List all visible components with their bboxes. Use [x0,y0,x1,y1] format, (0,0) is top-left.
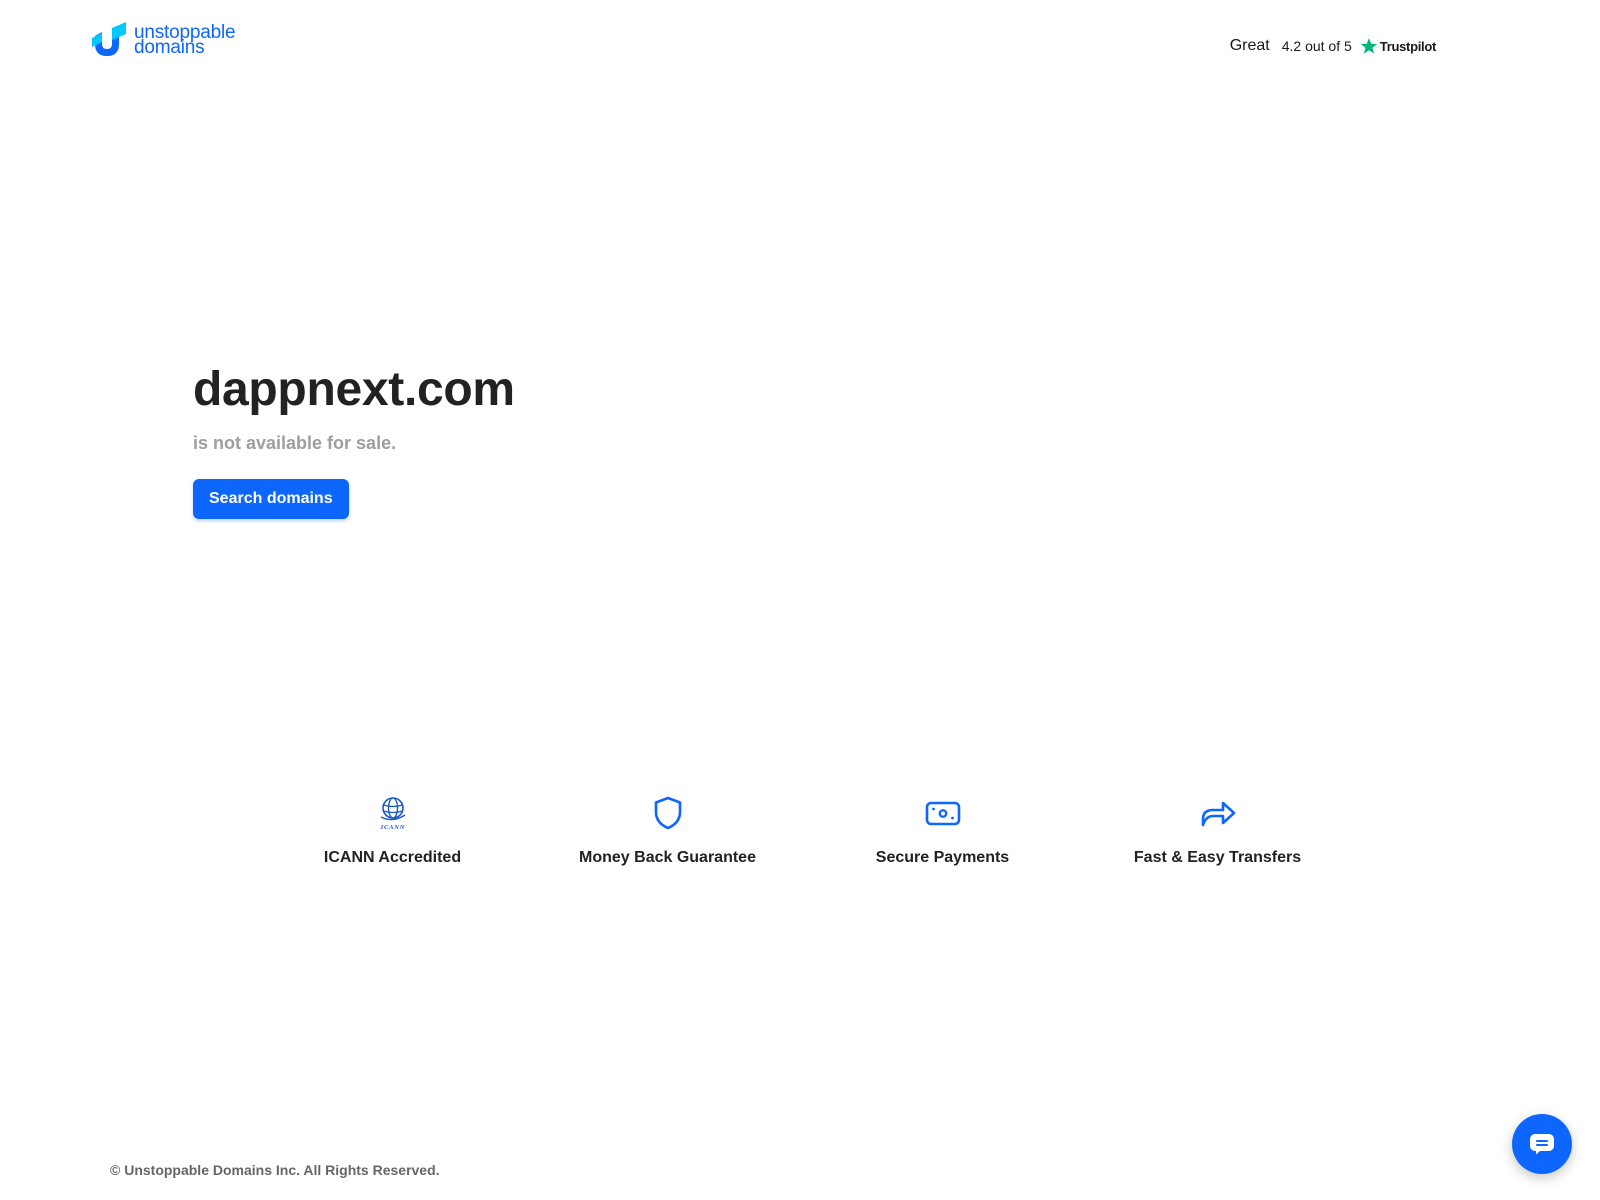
chat-bubble-icon [1530,1134,1554,1155]
trustpilot-brand: Trustpilot [1379,38,1437,54]
logo-line-2: domains [134,37,205,58]
rating-score: 4.2 out of 5 [1281,38,1352,54]
feature-secure-payments: Secure Payments [805,795,1080,867]
banknote-icon [925,801,960,826]
feature-money-back: Money Back Guarantee [530,795,805,867]
trustpilot-rating[interactable]: Great 4.2 out of 5 Trustpilot [1229,34,1437,58]
unstoppable-domains-logo[interactable]: unstoppable domains [92,22,236,58]
feature-label: Secure Payments [875,849,1010,866]
features-row: ICANN ICANN Accredited Money Back Guaran… [255,795,1355,867]
shield-icon [654,796,681,830]
search-domains-button[interactable]: Search domains [193,479,349,519]
domain-title: dappnext.com [193,363,515,416]
domain-status: is not available for sale. [193,433,397,453]
icann-globe-icon: ICANN [379,797,405,831]
star-icon [1360,38,1378,54]
footer-copyright: © Unstoppable Domains Inc. All Rights Re… [110,1162,440,1178]
logo-wordmark: unstoppable domains [134,23,236,58]
feature-label: Fast & Easy Transfers [1133,849,1302,866]
feature-label: ICANN Accredited [323,849,462,866]
share-arrow-icon [1201,801,1235,827]
svg-text:ICANN: ICANN [379,824,405,831]
page: unstoppable domains Great 4.2 out of 5 T… [0,0,1600,1200]
unstoppable-domains-logo-icon [92,22,126,56]
hero: dappnext.com is not available for sale. … [193,360,515,519]
rating-word: Great [1229,37,1270,54]
feature-icann: ICANN ICANN Accredited [255,795,530,867]
feature-label: Money Back Guarantee [579,849,756,866]
feature-transfers: Fast & Easy Transfers [1080,795,1355,867]
chat-launcher-button[interactable] [1512,1114,1572,1174]
